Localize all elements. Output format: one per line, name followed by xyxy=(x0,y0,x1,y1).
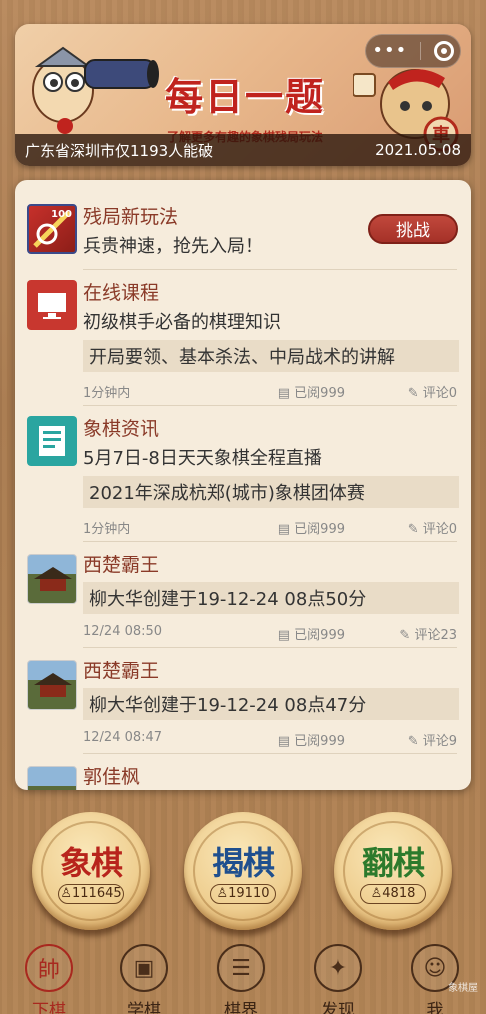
comment-count-text: 评论0 xyxy=(422,386,457,401)
comment-count[interactable]: ✎ 评论23 xyxy=(399,624,457,643)
comment-count[interactable]: ✎ 评论9 xyxy=(408,730,457,749)
person-icon: ♙ xyxy=(216,886,229,901)
tab-learn[interactable]: ▣ 学棋 xyxy=(99,944,189,1014)
pen-icon: ✎ xyxy=(407,386,423,401)
compass-icon: ✦ xyxy=(314,944,362,992)
mode-label: 象棋 xyxy=(59,844,123,882)
item-time: 1分钟内 xyxy=(83,386,131,401)
endgame-icon: 100 xyxy=(27,204,77,254)
news-icon xyxy=(27,416,77,466)
read-count-text: 已阅999 xyxy=(294,628,345,643)
comment-count-text: 评论0 xyxy=(422,522,457,537)
item-time: 12/24 08:50 xyxy=(83,624,163,639)
general-piece-icon: 帥 xyxy=(25,944,73,992)
item-time: 12/24 08:47 xyxy=(83,730,163,745)
book-icon: ▤ xyxy=(277,386,295,401)
tab-label: 学棋 xyxy=(127,1001,161,1014)
xiangqi-mode-button[interactable]: 象棋 ♙111645 xyxy=(32,812,150,930)
person-icon: ♙ xyxy=(60,886,72,901)
tab-play[interactable]: 帥 下棋 xyxy=(4,944,94,1014)
book-icon: ▤ xyxy=(277,628,295,643)
cannon-mascot-icon xyxy=(32,46,159,134)
read-count-text: 已阅999 xyxy=(294,386,345,401)
tab-label: 发现 xyxy=(321,1001,355,1014)
item-summary: 2021年深成杭郑(城市)象棋团体赛 xyxy=(83,476,459,508)
player-count-text: 19110 xyxy=(228,886,270,901)
person-icon: ♙ xyxy=(370,886,383,901)
miniprogram-close-icon[interactable] xyxy=(433,41,454,61)
player-count-text: 4818 xyxy=(382,886,416,901)
fanqi-mode-button[interactable]: 翻棋 ♙4818 xyxy=(334,812,452,930)
endgame-thumb-text: 100 xyxy=(51,209,72,220)
item-title: 残局新玩法 xyxy=(83,206,179,228)
pen-icon: ✎ xyxy=(407,734,423,749)
item-time: 1分钟内 xyxy=(83,522,131,537)
item-title: 郭佳枫 xyxy=(83,766,141,788)
comment-count-text: 评论23 xyxy=(414,628,457,643)
read-count: ▤ 已阅999 xyxy=(278,382,345,401)
read-count: ▤ 已阅999 xyxy=(278,518,345,537)
read-count-text: 已阅999 xyxy=(294,734,345,749)
list-item[interactable]: 西楚霸王 柳大华创建于19-12-24 08点47分 12/24 08:47 ▤… xyxy=(15,648,471,752)
mode-label: 翻棋 xyxy=(361,844,425,882)
book-icon: ▤ xyxy=(277,734,295,749)
feed-card[interactable]: 100 残局新玩法 兵贵神速，抢先入局！ 挑战 在线课程 初级棋手必备的棋理知识… xyxy=(15,180,471,790)
banner-caption: 广东省深圳市仅1193人能破 xyxy=(25,141,214,160)
list-item[interactable]: 郭佳枫 xyxy=(15,754,471,790)
pen-icon: ✎ xyxy=(407,522,423,537)
palace-avatar[interactable] xyxy=(27,766,77,790)
jieqi-mode-button[interactable]: 揭棋 ♙19110 xyxy=(184,812,302,930)
read-count: ▤ 已阅999 xyxy=(278,624,345,643)
item-title: 象棋资讯 xyxy=(83,418,160,440)
tab-label: 下棋 xyxy=(32,1001,66,1014)
tab-discover[interactable]: ✦ 发现 xyxy=(293,944,383,1014)
palace-avatar[interactable] xyxy=(27,554,77,604)
read-count: ▤ 已阅999 xyxy=(278,730,345,749)
item-summary: 柳大华创建于19-12-24 08点50分 xyxy=(83,582,459,614)
bottom-nav: 帥 下棋 ▣ 学棋 ☰ 棋界 ✦ 发现 ☺ 我 xyxy=(0,944,486,1014)
palace-avatar[interactable] xyxy=(27,660,77,710)
banner-date: 2021.05.08 xyxy=(375,141,461,159)
tab-label: 我 xyxy=(426,1001,444,1014)
item-title: 西楚霸王 xyxy=(83,554,160,576)
book-icon: ▤ xyxy=(277,522,295,537)
miniprogram-capsule: ••• xyxy=(365,34,461,68)
player-count: ♙4818 xyxy=(360,884,426,904)
book-icon: ▣ xyxy=(120,944,168,992)
player-count-text: 111645 xyxy=(72,886,122,901)
more-dots-icon[interactable]: ••• xyxy=(372,42,407,60)
daily-puzzle-banner[interactable]: 每日一题 了解更多有趣的象棋残局玩法 車 ••• 广东省深圳市仅1193人能破 … xyxy=(15,24,471,166)
list-item[interactable]: 西楚霸王 柳大华创建于19-12-24 08点50分 12/24 08:50 ▤… xyxy=(15,542,471,646)
challenge-button[interactable]: 挑战 xyxy=(368,214,458,244)
list-item[interactable]: 象棋资讯 5月7日-8日天天象棋全程直播 2021年深成杭郑(城市)象棋团体赛 … xyxy=(15,406,471,541)
item-summary: 开局要领、基本杀法、中局战术的讲解 xyxy=(83,340,459,372)
comment-count[interactable]: ✎ 评论0 xyxy=(408,382,457,401)
list-item[interactable]: 在线课程 初级棋手必备的棋理知识 开局要领、基本杀法、中局战术的讲解 1分钟内 … xyxy=(15,270,471,405)
player-count: ♙19110 xyxy=(210,884,276,904)
item-text: 兵贵神速，抢先入局！ xyxy=(83,236,263,257)
item-summary: 柳大华创建于19-12-24 08点47分 xyxy=(83,688,459,720)
item-text: 5月7日-8日天天象棋全程直播 xyxy=(83,448,322,469)
monitor-icon xyxy=(27,280,77,330)
banner-caption-bar: 广东省深圳市仅1193人能破 2021.05.08 xyxy=(15,134,471,166)
comment-count[interactable]: ✎ 评论0 xyxy=(408,518,457,537)
player-count: ♙111645 xyxy=(58,884,124,904)
list-icon: ☰ xyxy=(217,944,265,992)
comment-count-text: 评论9 xyxy=(422,734,457,749)
item-title: 在线课程 xyxy=(83,282,160,304)
capsule-divider xyxy=(419,42,421,60)
pen-icon: ✎ xyxy=(399,628,415,643)
read-count-text: 已阅999 xyxy=(294,522,345,537)
list-item[interactable]: 100 残局新玩法 兵贵神速，抢先入局！ 挑战 xyxy=(15,180,471,268)
tab-community[interactable]: ☰ 棋界 xyxy=(196,944,286,1014)
item-text: 初级棋手必备的棋理知识 xyxy=(83,312,281,333)
mode-label: 揭棋 xyxy=(211,844,275,882)
watermark: 象棋屋 xyxy=(448,983,478,994)
banner-title: 每日一题 xyxy=(165,74,326,119)
tab-label: 棋界 xyxy=(224,1001,258,1014)
item-title: 西楚霸王 xyxy=(83,660,160,682)
